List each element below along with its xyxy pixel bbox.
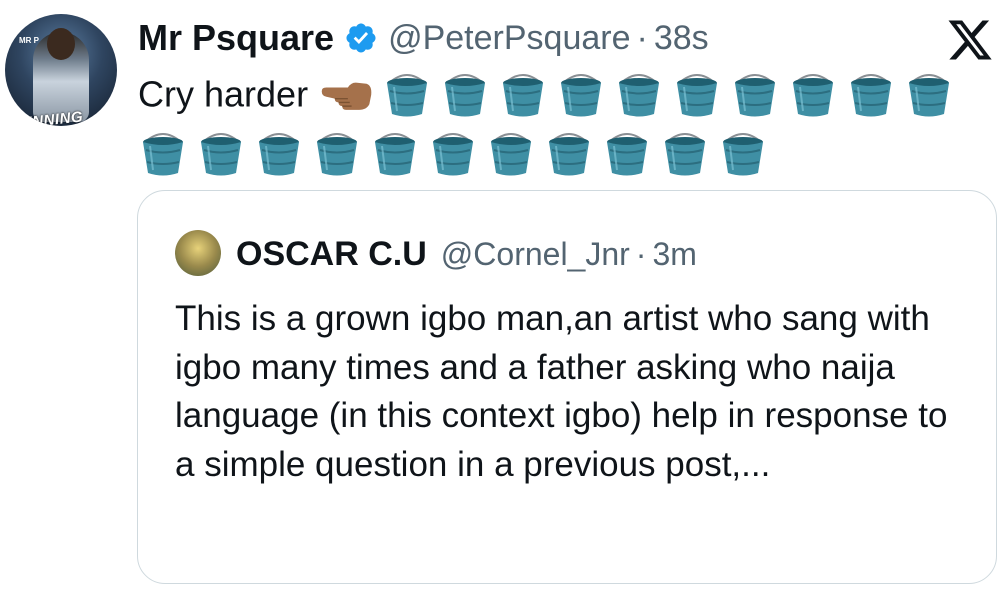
quoted-author-name[interactable]: OSCAR C.U: [236, 235, 427, 274]
bucket-emoji: [317, 132, 357, 176]
quoted-tweet-text: This is a grown igbo man,an artist who s…: [175, 299, 948, 484]
avatar-head: [47, 28, 75, 60]
quoted-tweet-time[interactable]: 3m: [652, 236, 696, 273]
bucket-emoji: [549, 132, 589, 176]
bucket-emoji: [851, 74, 892, 117]
avatar-text: WINNING: [12, 108, 84, 126]
bucket-emoji: [665, 132, 705, 176]
separator-dot: ·: [636, 18, 648, 57]
bucket-emoji: [491, 132, 531, 176]
bucket-emoji: [723, 132, 763, 176]
avatar-small-text: MR P: [19, 36, 39, 45]
bucket-emoji: [387, 74, 428, 117]
bucket-emoji: [619, 74, 660, 117]
tweet-header: Mr Psquare @PeterPsquare · 38s: [138, 16, 709, 60]
pointing-left-hand-emoji: [321, 83, 372, 111]
bucket-emoji: [375, 132, 415, 176]
bucket-emoji: [677, 74, 718, 117]
tweet-text: Cry harder: [138, 64, 988, 178]
author-name[interactable]: Mr Psquare: [138, 17, 334, 59]
tweet-text-content: Cry harder: [138, 73, 309, 115]
quoted-author-avatar[interactable]: [175, 230, 221, 276]
bucket-emoji: [607, 132, 647, 176]
bucket-emoji: [561, 74, 602, 117]
bucket-emoji: [259, 132, 299, 176]
tweet-time[interactable]: 38s: [654, 19, 709, 58]
bucket-emoji: [735, 74, 776, 117]
quoted-tweet[interactable]: OSCAR C.U @Cornel_Jnr · 3m This is a gro…: [137, 190, 997, 584]
bucket-emoji: [503, 74, 544, 117]
author-handle[interactable]: @PeterPsquare: [388, 19, 630, 58]
verified-badge-icon: [346, 23, 376, 53]
bucket-emoji: [445, 74, 486, 117]
bucket-emoji: [909, 74, 950, 117]
quoted-tweet-header: OSCAR C.U @Cornel_Jnr · 3m: [236, 235, 697, 274]
bucket-emoji: [143, 132, 183, 176]
quoted-separator-dot: ·: [635, 236, 647, 272]
author-avatar[interactable]: MR P WINNING: [5, 14, 117, 126]
x-logo-icon[interactable]: [946, 16, 994, 64]
quoted-author-handle[interactable]: @Cornel_Jnr: [441, 236, 630, 273]
bucket-emoji: [793, 74, 834, 117]
bucket-emoji: [433, 132, 473, 176]
bucket-emoji: [201, 132, 241, 176]
